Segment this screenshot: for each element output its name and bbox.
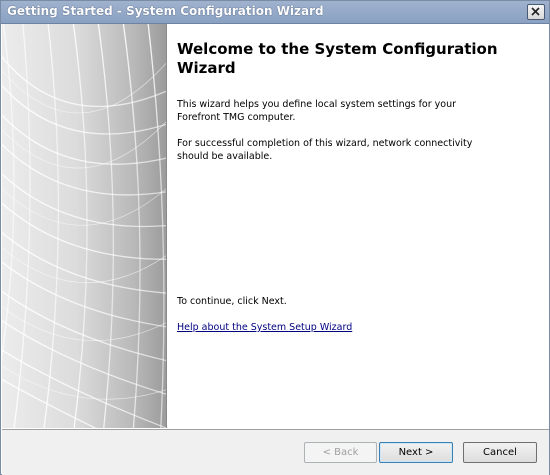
help-link[interactable]: Help about the System Setup Wizard	[177, 321, 352, 334]
continue-instruction: To continue, click Next.	[177, 296, 287, 307]
close-button[interactable]	[527, 4, 545, 20]
wave-graphic	[2, 24, 166, 428]
next-button[interactable]: Next >	[379, 442, 453, 463]
back-button[interactable]: < Back	[304, 442, 377, 463]
window-title: Getting Started - System Configuration W…	[7, 4, 324, 18]
intro-text: This wizard helps you define local syste…	[177, 99, 457, 123]
wizard-content: Welcome to the System Configuration Wiza…	[167, 24, 549, 428]
wizard-heading: Welcome to the System Configuration Wiza…	[177, 40, 498, 77]
button-bar: < Back Next > Cancel	[2, 429, 549, 475]
title-bar[interactable]: Getting Started - System Configuration W…	[1, 1, 549, 24]
decorative-side-panel	[2, 24, 167, 428]
wizard-window: Getting Started - System Configuration W…	[0, 0, 550, 475]
connectivity-text: For successful completion of this wizard…	[177, 138, 473, 162]
cancel-button[interactable]: Cancel	[463, 442, 537, 463]
close-icon	[531, 7, 540, 16]
